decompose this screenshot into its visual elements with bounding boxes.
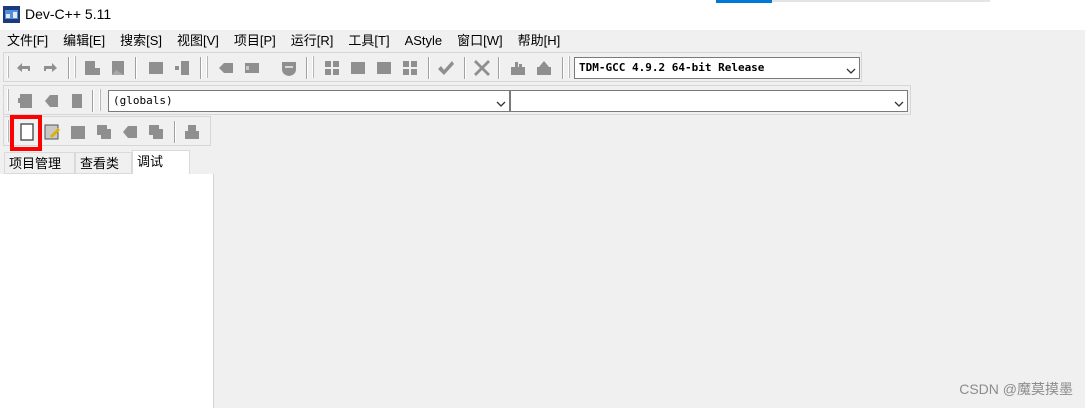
chevron-down-icon (496, 96, 506, 107)
compile-run-icon[interactable] (400, 58, 420, 78)
tab-debug[interactable]: 调试 (132, 150, 190, 175)
unindent-icon[interactable] (108, 58, 128, 78)
toolbar-grip[interactable] (206, 56, 208, 78)
toolbar-separator (92, 90, 94, 112)
toolbar-row-2: (globals) (3, 85, 911, 115)
goto-forward-icon[interactable] (242, 58, 262, 78)
toolbar-separator (306, 57, 308, 79)
chevron-down-icon (894, 96, 904, 107)
devcpp-app-icon (3, 6, 20, 23)
profile-icon[interactable] (534, 58, 554, 78)
member-select[interactable] (510, 90, 908, 112)
run-icon[interactable] (374, 58, 394, 78)
toolbar-grip[interactable] (74, 56, 76, 78)
close-project-icon[interactable] (67, 91, 87, 111)
compiler-select-value: TDM-GCC 4.9.2 64-bit Release (579, 61, 765, 74)
menu-bar: 文件[F] 编辑[E] 搜索[S] 视图[V] 项目[P] 运行[R] 工具[T… (0, 31, 568, 51)
toolbar-separator (498, 57, 500, 79)
menu-astyle[interactable]: AStyle (398, 31, 451, 51)
print-icon[interactable] (182, 122, 202, 142)
left-panel (0, 174, 214, 408)
toolbar-separator (135, 57, 137, 79)
toolbar-grip[interactable] (312, 56, 314, 78)
title-accent-line-gray (772, 0, 990, 2)
highlight-box (10, 115, 42, 151)
open-file-icon[interactable] (42, 122, 62, 142)
new-project-icon[interactable] (16, 91, 36, 111)
toolbar-grip[interactable] (7, 56, 9, 78)
toolbar-row-1: TDM-GCC 4.9.2 64-bit Release (3, 52, 862, 82)
menu-help[interactable]: 帮助[H] (511, 31, 569, 51)
class-select-value: (globals) (113, 94, 173, 107)
class-select[interactable]: (globals) (108, 90, 510, 112)
toggle-comment-icon[interactable] (146, 58, 166, 78)
bookmark-icon[interactable] (172, 58, 192, 78)
toolbar-separator (174, 121, 176, 143)
toolbar-grip[interactable] (99, 89, 101, 111)
menu-view[interactable]: 视图[V] (170, 31, 227, 51)
toolbar-separator (464, 57, 466, 79)
toolbar-separator (562, 57, 564, 79)
watermark: CSDN @魔莫摸墨 (959, 381, 1073, 397)
toolbar-separator (428, 57, 430, 79)
debug-icon[interactable] (508, 58, 528, 78)
stop-icon[interactable] (472, 58, 492, 78)
window-title: Dev-C++ 5.11 (25, 6, 112, 22)
compile-icon[interactable] (348, 58, 368, 78)
open-project-icon[interactable] (42, 91, 62, 111)
menu-run[interactable]: 运行[R] (284, 31, 342, 51)
save-all-icon[interactable] (94, 122, 114, 142)
redo-icon[interactable] (40, 58, 60, 78)
title-bar: Dev-C++ 5.11 (0, 0, 1085, 30)
shield-icon[interactable] (279, 58, 299, 78)
close-all-icon[interactable] (146, 122, 166, 142)
toolbar-grip[interactable] (568, 56, 570, 78)
tab-project-manager[interactable]: 项目管理 (4, 152, 75, 174)
toolbar-grip[interactable] (7, 120, 9, 142)
menu-edit[interactable]: 编辑[E] (56, 31, 113, 51)
compiler-select[interactable]: TDM-GCC 4.9.2 64-bit Release (574, 57, 860, 79)
menu-window[interactable]: 窗口[W] (450, 31, 511, 51)
menu-search[interactable]: 搜索[S] (113, 31, 170, 51)
chevron-down-icon (846, 63, 856, 74)
save-icon[interactable] (68, 122, 88, 142)
goto-back-icon[interactable] (216, 58, 236, 78)
close-file-icon[interactable] (120, 122, 140, 142)
toolbar-grip[interactable] (7, 89, 9, 111)
grid-icon[interactable] (322, 58, 342, 78)
undo-icon[interactable] (14, 58, 34, 78)
menu-project[interactable]: 项目[P] (227, 31, 284, 51)
title-accent-line (716, 0, 772, 3)
toolbar-separator (200, 57, 202, 79)
toolbar-separator (68, 57, 70, 79)
check-icon[interactable] (436, 58, 456, 78)
tab-class-view[interactable]: 查看类 (75, 152, 132, 174)
indent-icon[interactable] (82, 58, 102, 78)
menu-file[interactable]: 文件[F] (0, 31, 56, 51)
menu-tools[interactable]: 工具[T] (341, 31, 397, 51)
